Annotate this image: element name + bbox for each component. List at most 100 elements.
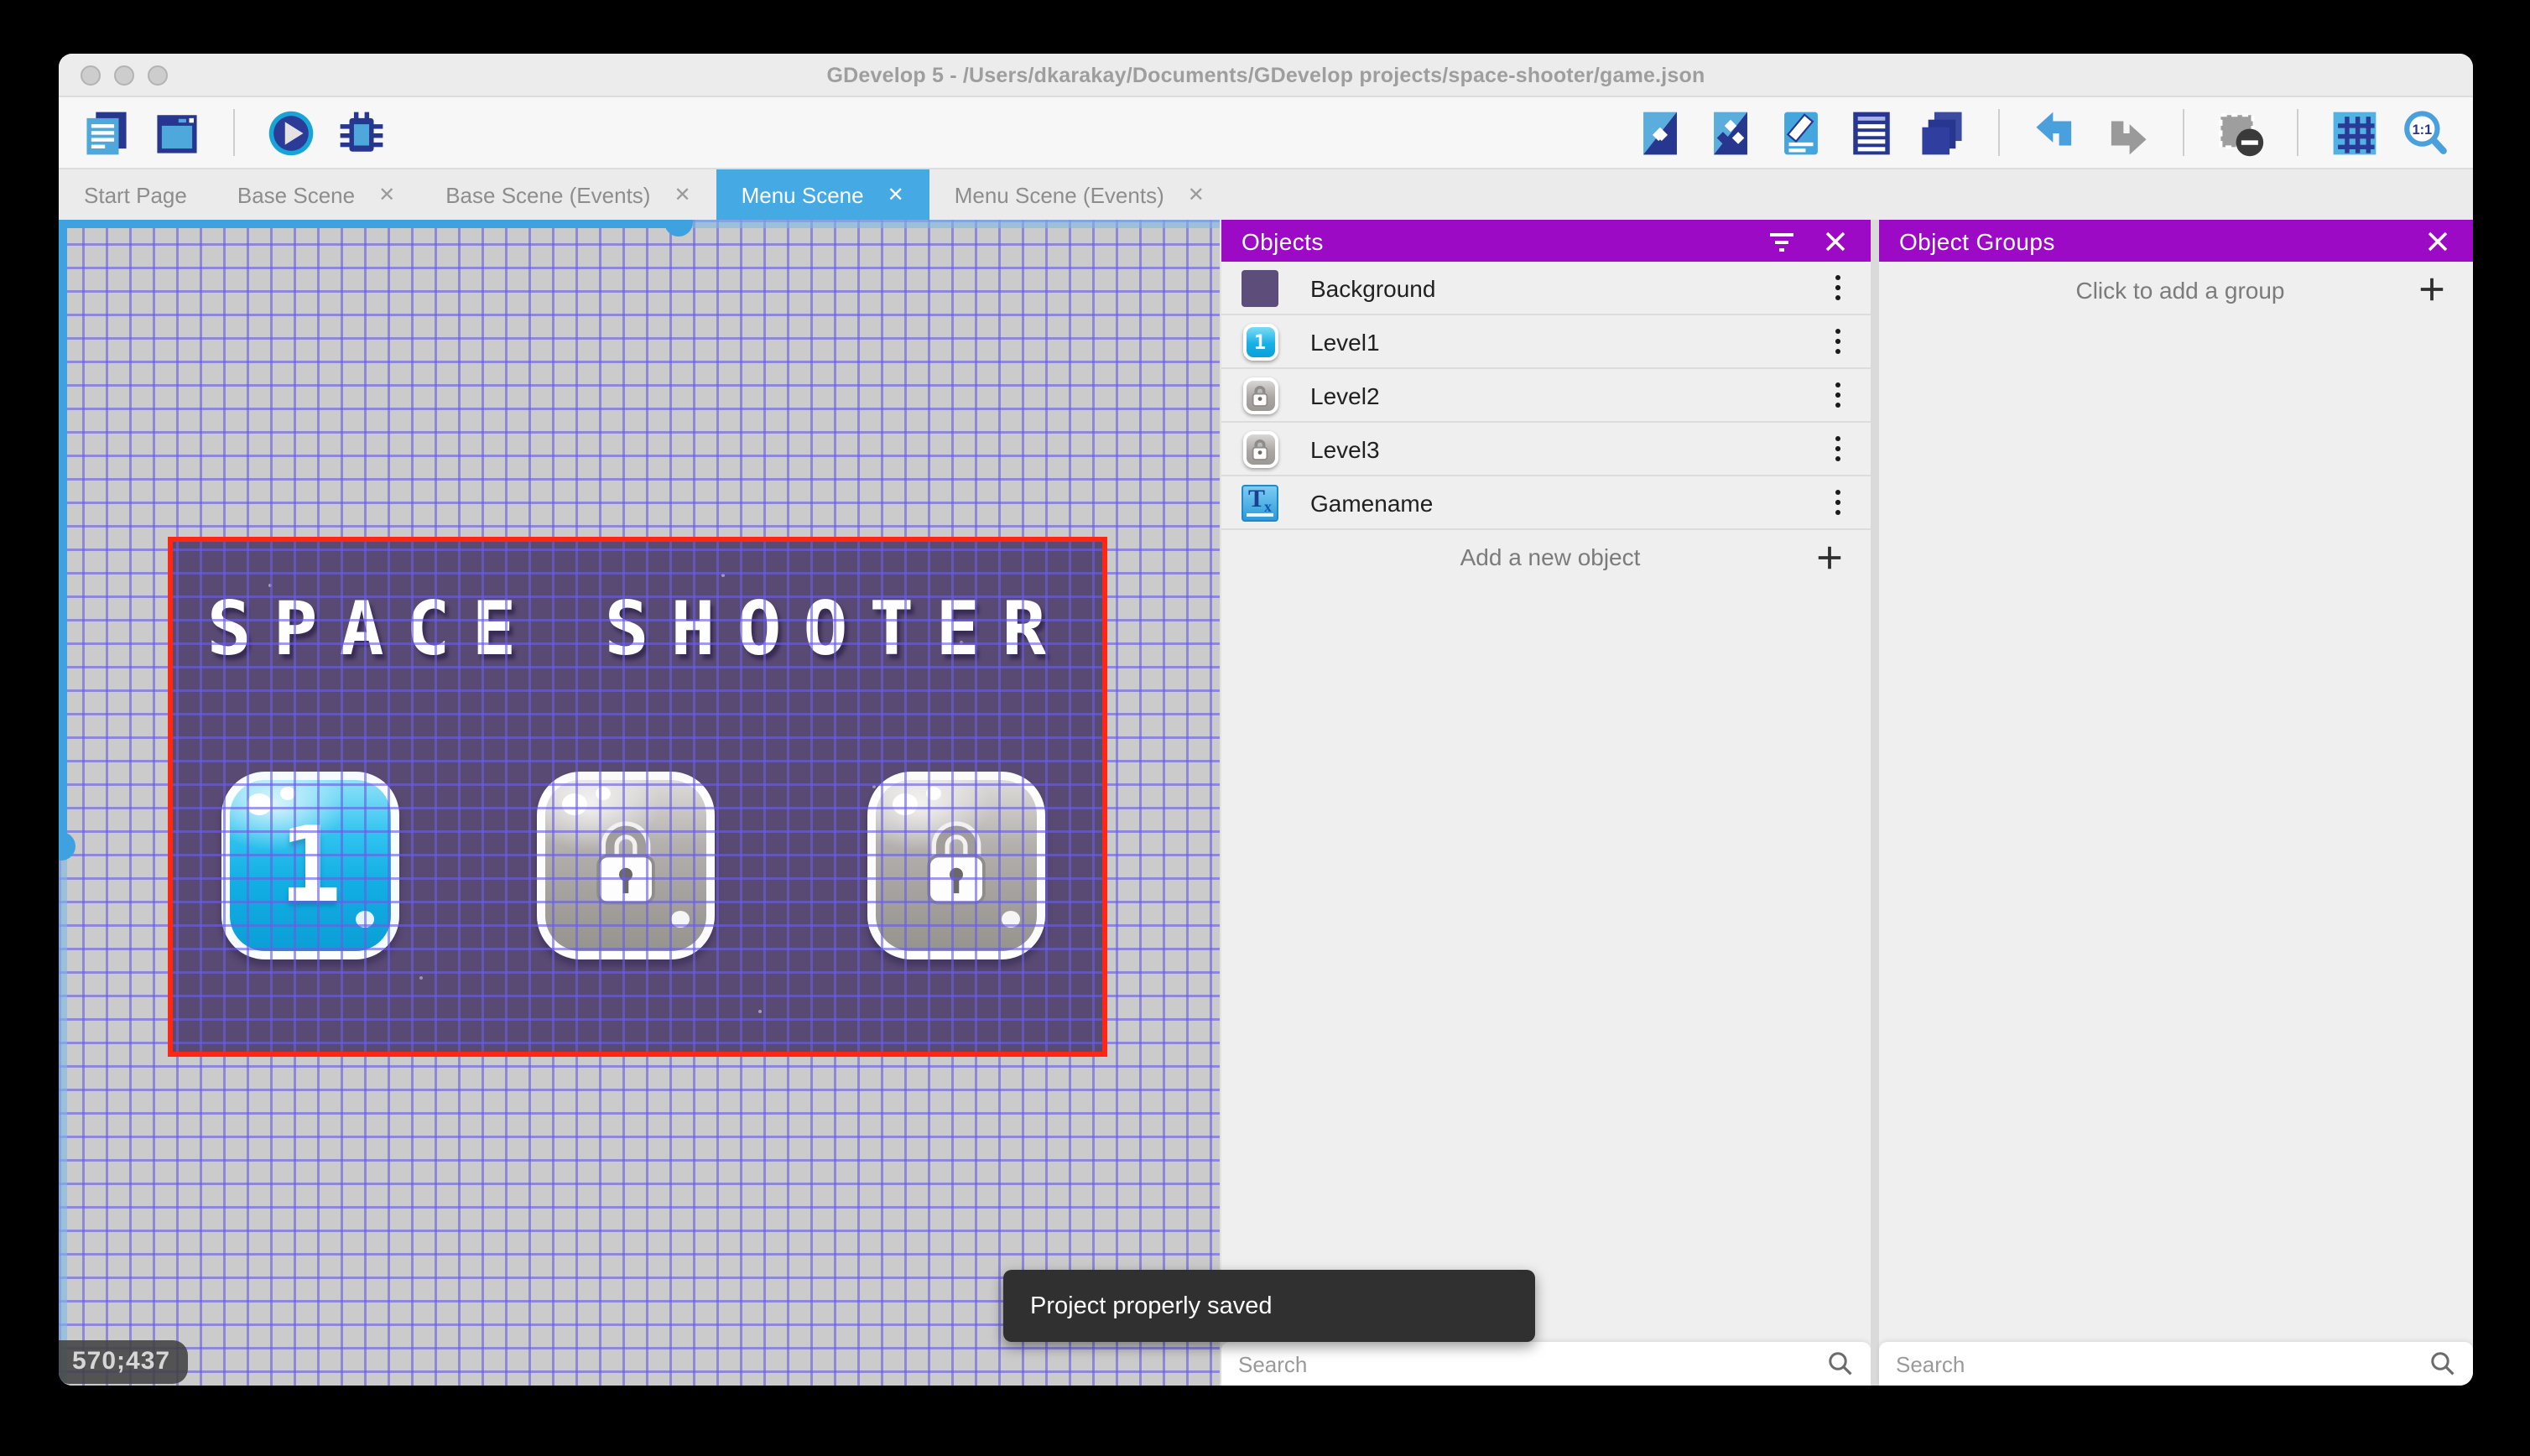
play-icon[interactable] [267,108,315,157]
h-scroll-knob[interactable] [664,220,693,237]
objects-panel-empty-space [1221,584,1871,1342]
tab-close-icon[interactable]: ✕ [378,183,395,206]
tab-label: Menu Scene [741,182,864,207]
grid-icon[interactable] [2330,108,2379,157]
tab-close-icon[interactable]: ✕ [1188,183,1205,206]
toolbar-divider [1998,109,2000,156]
toolbar-divider [233,109,235,156]
locked-button-thumbnail [1242,430,1278,467]
object-groups-panel: Object Groups Click to add a group [1879,220,2473,1386]
v-scroll-knob[interactable] [59,832,75,861]
object-row-level1[interactable]: 1 Level1 [1221,315,1871,369]
object-menu-icon[interactable] [1835,446,1840,451]
objects-editor-icon[interactable] [1636,108,1684,157]
cursor-coordinates-badge: 570;437 [59,1340,188,1384]
level1-digit: 1 [279,803,342,926]
tab-start-page[interactable]: Start Page [59,169,212,220]
close-panel-icon[interactable] [2423,226,2453,256]
main-content: SPACE SHOOTER 1 570;437 Objects Backgrou… [59,220,2473,1386]
h-scroll-thumb[interactable] [59,220,679,228]
object-groups-panel-title: Object Groups [1899,227,2055,254]
scenes-icon[interactable] [153,108,201,157]
game-scene-area[interactable]: SPACE SHOOTER 1 [168,537,1107,1057]
filter-icon[interactable] [1767,226,1797,256]
object-menu-icon[interactable] [1835,393,1840,398]
level3-button-object[interactable] [867,772,1045,959]
object-menu-icon[interactable] [1835,285,1840,290]
objects-search-input[interactable] [1238,1351,1827,1376]
gloss-dot [926,787,941,800]
layers-icon[interactable] [1918,108,1966,157]
zoom-original-icon[interactable]: 1:1 [2401,108,2449,157]
add-object-button[interactable]: Add a new object [1221,530,1871,584]
search-icon [2431,1352,2455,1375]
add-object-label: Add a new object [1460,543,1641,570]
tab-close-icon[interactable]: ✕ [674,183,690,206]
object-row-background[interactable]: Background [1221,262,1871,315]
close-panel-icon[interactable] [1820,226,1851,256]
toolbar-divider [2297,109,2298,156]
tab-label: Base Scene (Events) [445,182,651,207]
toolbar-left-group [82,108,386,157]
object-menu-icon[interactable] [1835,500,1840,505]
gloss-dot [596,787,611,800]
level2-button-object[interactable] [537,772,715,959]
scene-stars [168,537,171,540]
tab-base-scene[interactable]: Base Scene ✕ [212,169,420,220]
object-groups-panel-header: Object Groups [1879,220,2473,262]
instances-list-icon[interactable] [1847,108,1896,157]
object-name: Level3 [1310,435,1380,462]
tab-label: Start Page [84,182,187,207]
object-row-level3[interactable]: Level3 [1221,423,1871,476]
object-name: Level2 [1310,382,1380,408]
object-name: Gamename [1310,489,1434,516]
gloss-dot [671,911,690,928]
object-groups-editor-icon[interactable] [1706,108,1755,157]
toolbar: 1:1 [59,97,2473,169]
objects-panel-header: Objects [1221,220,1871,262]
object-row-level2[interactable]: Level2 [1221,369,1871,423]
undo-icon[interactable] [2032,108,2080,157]
plus-icon[interactable] [2418,275,2446,304]
object-name: Level1 [1310,328,1380,355]
svg-text:1:1: 1:1 [2413,122,2433,137]
redo-icon[interactable] [2102,108,2151,157]
plus-icon[interactable] [1815,543,1844,571]
gloss-dot [280,787,295,800]
save-snackbar: Project properly saved [1003,1270,1535,1342]
tabbar: Start Page Base Scene ✕ Base Scene (Even… [59,169,2473,220]
object-menu-icon[interactable] [1835,339,1840,344]
vertical-scrollbar[interactable] [59,220,75,1386]
horizontal-scrollbar[interactable] [59,220,1220,237]
tab-menu-scene[interactable]: Menu Scene ✕ [716,169,929,220]
tab-menu-scene-events[interactable]: Menu Scene (Events) ✕ [929,169,1230,220]
v-scroll-thumb[interactable] [59,220,67,847]
debug-icon[interactable] [337,108,386,157]
scene-editor-canvas[interactable]: SPACE SHOOTER 1 570;437 [59,220,1220,1386]
tab-label: Menu Scene (Events) [954,182,1164,207]
titlebar: GDevelop 5 - /Users/dkarakay/Documents/G… [59,54,2473,97]
groups-search-box[interactable] [1879,1342,2473,1386]
panel-divider [1871,220,1879,1386]
objects-search-box[interactable] [1221,1342,1871,1386]
object-name: Background [1310,274,1436,301]
window-mask-icon[interactable] [2216,108,2265,157]
locked-button-thumbnail [1242,377,1278,413]
screenshot-root: GDevelop 5 - /Users/dkarakay/Documents/G… [0,0,2530,1456]
window-title: GDevelop 5 - /Users/dkarakay/Documents/G… [826,63,1705,86]
groups-panel-empty-space [1879,317,2473,1342]
gloss-dot [1002,911,1020,928]
project-manager-icon[interactable] [82,108,131,157]
add-group-button[interactable]: Click to add a group [1879,262,2473,317]
tab-base-scene-events[interactable]: Base Scene (Events) ✕ [420,169,716,220]
level1-button-thumbnail: 1 [1242,323,1278,360]
scene-game-title-object[interactable]: SPACE SHOOTER [168,587,1107,673]
object-row-gamename[interactable]: Tx Gamename [1221,476,1871,530]
properties-icon[interactable] [1777,108,1825,157]
background-thumbnail [1242,269,1278,306]
groups-search-input[interactable] [1896,1351,2429,1376]
lock-icon [596,821,655,905]
tab-close-icon[interactable]: ✕ [888,183,904,206]
level1-button-object[interactable]: 1 [221,772,399,959]
gloss-dot [893,793,918,815]
